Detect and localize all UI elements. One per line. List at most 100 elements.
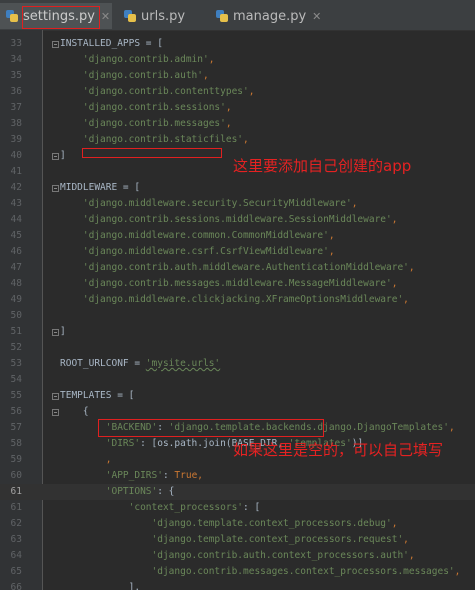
close-tab-icon[interactable]: ✕ xyxy=(101,10,110,23)
code-line[interactable]: 65 'django.contrib.messages.context_proc… xyxy=(0,564,475,580)
code-text: 'APP_DIRS': True, xyxy=(60,470,204,481)
code-line[interactable]: 34 'django.contrib.admin', xyxy=(0,52,475,68)
code-line[interactable]: 38 'django.contrib.messages', xyxy=(0,116,475,132)
code-line[interactable]: 35 'django.contrib.auth', xyxy=(0,68,475,84)
code-text: INSTALLED_APPS = [ xyxy=(60,38,163,49)
code-text: MIDDLEWARE = [ xyxy=(60,182,141,193)
code-line[interactable]: 42 MIDDLEWARE = [ xyxy=(0,180,475,196)
code-line[interactable]: 55 TEMPLATES = [ xyxy=(0,388,475,404)
code-line[interactable]: 47 'django.contrib.auth.middleware.Authe… xyxy=(0,260,475,276)
code-text: 'django.contrib.messages.middleware.Mess… xyxy=(60,278,398,289)
line-number: 62 xyxy=(10,518,22,529)
line-number: 50 xyxy=(10,310,22,321)
code-text: ] xyxy=(60,326,66,337)
code-line[interactable]: 56 { xyxy=(0,404,475,420)
tab-label: manage.py xyxy=(233,8,307,24)
line-number: 43 xyxy=(10,198,22,209)
line-number: 59 xyxy=(10,454,22,465)
line-number: 66 xyxy=(10,582,22,590)
code-text: 'django.middleware.common.CommonMiddlewa… xyxy=(60,230,335,241)
code-line[interactable]: 53 ROOT_URLCONF = 'mysite.urls' xyxy=(0,356,475,372)
code-text: 'django.contrib.messages', xyxy=(60,118,232,129)
line-number: 61 xyxy=(10,502,22,513)
code-text: , xyxy=(60,454,112,465)
code-text: 'django.contrib.sessions.middleware.Sess… xyxy=(60,214,398,225)
code-text: ] xyxy=(60,150,66,161)
line-number: 34 xyxy=(10,54,22,65)
line-number: 55 xyxy=(10,390,22,401)
code-line[interactable]: 62 'django.template.context_processors.d… xyxy=(0,516,475,532)
line-number: 56 xyxy=(10,406,22,417)
line-number: 58 xyxy=(10,438,22,449)
code-line[interactable]: 63 'django.template.context_processors.r… xyxy=(0,532,475,548)
code-line[interactable]: 61 'context_processors': [ xyxy=(0,500,475,516)
line-number: 60 xyxy=(10,470,22,481)
code-text: ], xyxy=(60,582,141,590)
fold-marker-icon[interactable] xyxy=(52,185,59,192)
line-number: 35 xyxy=(10,70,22,81)
fold-marker-icon[interactable] xyxy=(52,393,59,400)
dirs-annotation: 如果这里是空的，可以自己填写 xyxy=(233,441,444,459)
code-text: 'django.contrib.auth', xyxy=(60,70,209,81)
code-line[interactable]: 48 'django.contrib.messages.middleware.M… xyxy=(0,276,475,292)
code-text: TEMPLATES = [ xyxy=(60,390,135,401)
code-line[interactable]: 61 'OPTIONS': { xyxy=(0,484,475,500)
code-text: 'django.contrib.auth.middleware.Authenti… xyxy=(60,262,415,273)
code-text: 'django.contrib.admin', xyxy=(60,54,215,65)
code-text: 'django.middleware.csrf.CsrfViewMiddlewa… xyxy=(60,246,335,257)
code-editor[interactable]: 33 INSTALLED_APPS = [ 34 'django.contrib.a… xyxy=(0,30,475,590)
line-number: 36 xyxy=(10,86,22,97)
line-number: 64 xyxy=(10,550,22,561)
installed-apps-insert-box xyxy=(82,148,222,158)
python-file-icon xyxy=(124,10,136,22)
code-line[interactable]: 46 'django.middleware.csrf.CsrfViewMiddl… xyxy=(0,244,475,260)
code-line[interactable]: 36 'django.contrib.contenttypes', xyxy=(0,84,475,100)
tab-manage-py[interactable]: manage.py ✕ xyxy=(210,3,321,29)
code-line[interactable]: 45 'django.middleware.common.CommonMiddl… xyxy=(0,228,475,244)
code-line[interactable]: 44 'django.contrib.sessions.middleware.S… xyxy=(0,212,475,228)
code-line[interactable]: 64 'django.contrib.auth.context_processo… xyxy=(0,548,475,564)
code-line[interactable]: 39 'django.contrib.staticfiles', xyxy=(0,132,475,148)
line-number: 57 xyxy=(10,422,22,433)
code-text: 'django.contrib.messages.context_process… xyxy=(60,566,461,577)
python-file-icon xyxy=(6,10,18,22)
code-line[interactable]: 49 'django.middleware.clickjacking.XFram… xyxy=(0,292,475,308)
code-line[interactable]: 37 'django.contrib.sessions', xyxy=(0,100,475,116)
code-line[interactable]: 54 xyxy=(0,372,475,388)
code-text: 'django.contrib.staticfiles', xyxy=(60,134,249,145)
fold-marker-icon[interactable] xyxy=(52,41,59,48)
dirs-highlight-box xyxy=(98,419,324,437)
fold-marker-icon[interactable] xyxy=(52,329,59,336)
code-text: 'context_processors': [ xyxy=(60,502,261,513)
line-number: 33 xyxy=(10,38,22,49)
tab-highlight-box xyxy=(22,6,100,29)
code-line[interactable]: 43 'django.middleware.security.SecurityM… xyxy=(0,196,475,212)
line-number: 38 xyxy=(10,118,22,129)
code-line[interactable]: 66 ], xyxy=(0,580,475,590)
line-number: 44 xyxy=(10,214,22,225)
code-line[interactable]: 52 xyxy=(0,340,475,356)
code-text: 'OPTIONS': { xyxy=(60,486,175,497)
line-number: 61 xyxy=(10,486,22,497)
code-text: 'django.middleware.security.SecurityMidd… xyxy=(60,198,358,209)
editor-tab-bar: settings.py ✕ urls.py manage.py ✕ xyxy=(0,0,475,31)
code-text: ROOT_URLCONF = 'mysite.urls' xyxy=(60,358,221,369)
code-line[interactable]: 33 INSTALLED_APPS = [ xyxy=(0,36,475,52)
code-text: 'django.contrib.auth.context_processors.… xyxy=(60,550,415,561)
close-tab-icon[interactable]: ✕ xyxy=(312,10,321,23)
fold-marker-icon[interactable] xyxy=(52,409,59,416)
fold-marker-icon[interactable] xyxy=(52,153,59,160)
line-number: 52 xyxy=(10,342,22,353)
line-number: 45 xyxy=(10,230,22,241)
line-number: 42 xyxy=(10,182,22,193)
code-line[interactable]: 50 xyxy=(0,308,475,324)
code-line[interactable]: 60 'APP_DIRS': True, xyxy=(0,468,475,484)
code-line[interactable]: 51] xyxy=(0,324,475,340)
code-text: 'django.template.context_processors.requ… xyxy=(60,534,409,545)
line-number: 65 xyxy=(10,566,22,577)
tab-label: urls.py xyxy=(141,8,186,24)
line-number: 46 xyxy=(10,246,22,257)
line-number: 53 xyxy=(10,358,22,369)
tab-urls-py[interactable]: urls.py xyxy=(118,3,208,29)
line-number: 40 xyxy=(10,150,22,161)
